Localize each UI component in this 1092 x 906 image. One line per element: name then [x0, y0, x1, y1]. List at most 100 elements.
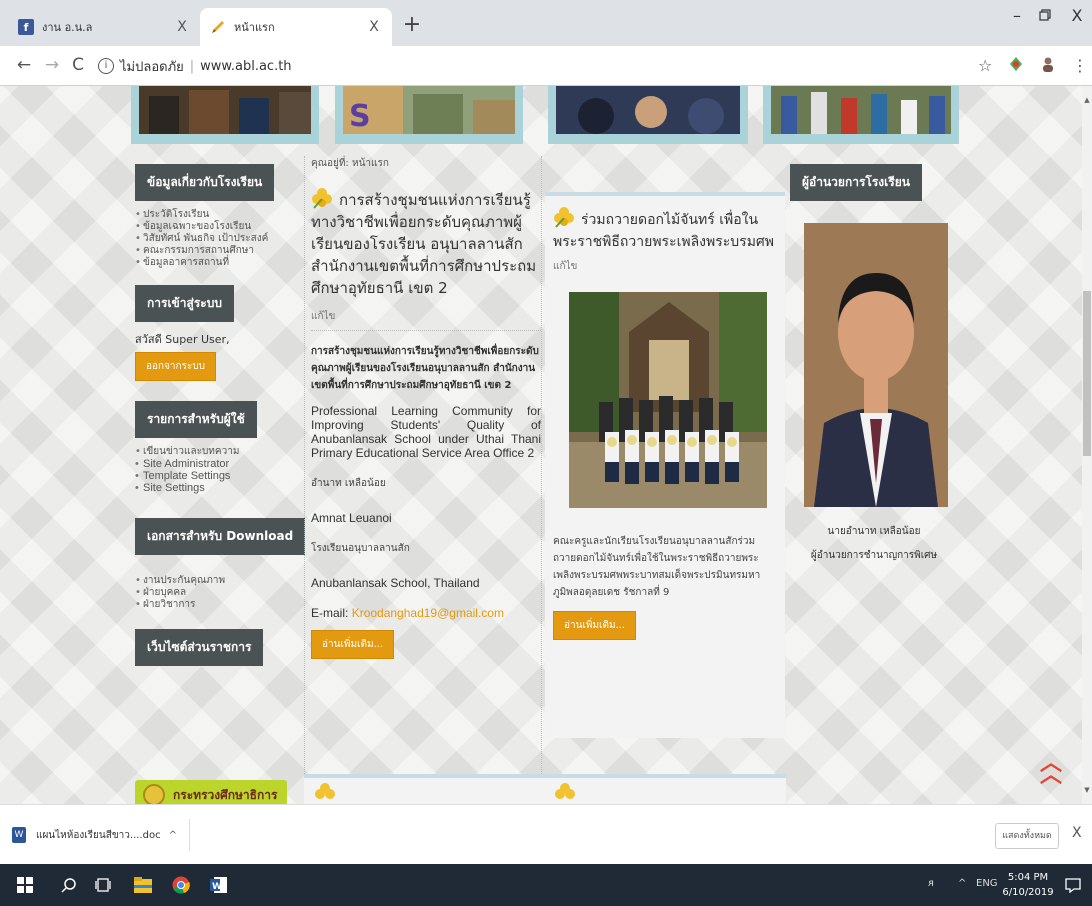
extension-icon[interactable]	[1008, 56, 1024, 76]
ministry-label: กระทรวงศึกษาธิการ	[173, 787, 278, 802]
menu-item[interactable]: ข้อมูลอาคารสถานที่	[135, 257, 301, 269]
word-icon[interactable]: W	[208, 874, 230, 896]
menu-item[interactable]: Template Settings	[135, 470, 301, 482]
edit-link[interactable]: แก้ไข	[311, 309, 541, 331]
facebook-icon: f	[18, 19, 34, 35]
system-clock[interactable]: 5:04 PM 6/10/2019	[1000, 870, 1056, 900]
restore-button[interactable]	[1030, 6, 1060, 25]
next-articles-peek	[304, 774, 786, 804]
module-title-login: การเข้าสู่ระบบ	[135, 285, 234, 322]
user-menu: เขียนข่าวและบทความ Site Administrator Te…	[135, 446, 301, 494]
download-filename: แผนไหห้องเรียนสีขาว....doc	[36, 829, 161, 841]
module-title-downloads: เอกสารสำหรับ Download	[135, 518, 306, 555]
menu-item[interactable]: Site Settings	[135, 482, 301, 494]
scrollbar-thumb[interactable]	[1083, 291, 1091, 456]
email-line: E-mail: Kroodanghad19@gmail.com	[311, 606, 541, 620]
read-more-button[interactable]: อ่านเพิ่มเติม...	[311, 630, 395, 659]
ministry-of-education-banner[interactable]: กระทรวงศึกษาธิการ	[135, 780, 287, 804]
svg-text:W: W	[212, 882, 222, 892]
chevron-up-icon[interactable]: ^	[169, 830, 177, 841]
author-english: Amnat Leuanoi	[311, 511, 392, 525]
clock-date: 6/10/2019	[1002, 887, 1054, 898]
tab-close-icon[interactable]: X	[174, 19, 190, 35]
menu-item[interactable]: เขียนข่าวและบทความ	[135, 446, 301, 458]
flower-icon	[312, 188, 332, 209]
file-explorer-icon[interactable]	[132, 874, 154, 896]
group-photo[interactable]	[569, 292, 767, 508]
school-english: Anubanlansak School, Thailand	[311, 576, 480, 590]
menu-kebab-icon[interactable]: ⋮	[1072, 56, 1088, 75]
director-portrait[interactable]	[804, 223, 948, 507]
minimize-button[interactable]: –	[1002, 6, 1032, 25]
page-scrollbar[interactable]: ▲ ▼	[1082, 86, 1092, 804]
tab-facebook[interactable]: f งาน อ.น.ล X	[8, 8, 200, 46]
logout-button[interactable]: ออกจากระบบ	[135, 352, 217, 381]
director-position: ผู้อำนวยการชำนาญการพิเศษ	[810, 550, 938, 561]
read-more-button[interactable]: อ่านเพิ่มเติม...	[553, 611, 637, 640]
chrome-icon[interactable]	[170, 874, 192, 896]
reload-icon[interactable]: C	[68, 55, 88, 75]
module-title-gov-sites: เว็บไซต์ส่วนราชการ	[135, 629, 264, 666]
menu-item[interactable]: ประวัติโรงเรียน	[135, 209, 301, 221]
menu-item[interactable]: Site Administrator	[135, 458, 301, 470]
browser-toolbar: ← → C i ไม่ปลอดภัย | www.abl.ac.th ☆ ⋮	[0, 46, 1092, 86]
tab-title: งาน อ.น.ล	[42, 21, 93, 34]
banner-photo-3[interactable]	[548, 86, 748, 144]
article-title[interactable]: ร่วมถวายดอกไม้จันทร์ เพื่อในพระราชพิธีถว…	[553, 206, 777, 253]
notifications-icon[interactable]	[1062, 874, 1084, 896]
side-article: ร่วมถวายดอกไม้จันทร์ เพื่อในพระราชพิธีถว…	[545, 192, 785, 738]
banner-photo-4[interactable]	[763, 86, 959, 144]
scroll-down-icon[interactable]: ▼	[1082, 786, 1092, 794]
tab-title: หน้าแรก	[234, 21, 275, 34]
people-icon[interactable]: ᴙ	[928, 878, 934, 889]
chevron-up-icon[interactable]: ^	[958, 878, 966, 889]
menu-item[interactable]: งานประกันคุณภาพ	[135, 575, 301, 587]
download-item[interactable]: W แผนไหห้องเรียนสีขาว....doc ^	[12, 819, 190, 851]
close-window-button[interactable]: X	[1062, 6, 1092, 25]
article-english-title: Professional Learning Community for Impr…	[311, 404, 541, 460]
tab-close-icon[interactable]: X	[366, 19, 382, 35]
menu-item[interactable]: ข้อมูลเฉพาะของโรงเรียน	[135, 221, 301, 233]
banner-photo-2[interactable]: S	[335, 86, 523, 144]
login-greeting: สวัสดี Super User,	[135, 333, 230, 346]
forward-icon[interactable]: →	[42, 55, 62, 75]
back-icon[interactable]: ←	[14, 55, 34, 75]
menu-item[interactable]: ฝ่ายวิชาการ	[135, 599, 301, 611]
edit-link[interactable]: แก้ไข	[553, 259, 777, 280]
tab-homepage[interactable]: หน้าแรก X	[200, 8, 392, 46]
menu-item[interactable]: วิสัยทัศน์ พันธกิจ เป้าประสงค์	[135, 233, 301, 245]
show-all-button[interactable]: แสดงทั้งหมด	[995, 823, 1059, 849]
profile-avatar-icon[interactable]	[1040, 56, 1056, 76]
article-title-text: ร่วมถวายดอกไม้จันทร์ เพื่อในพระราชพิธีถว…	[553, 212, 775, 250]
menu-item[interactable]: ฝ่ายบุคคล	[135, 587, 301, 599]
flower-icon	[554, 207, 574, 228]
windows-taskbar: W ᴙ ^ ENG 5:04 PM 6/10/2019	[0, 864, 1092, 906]
scroll-up-icon[interactable]: ▲	[1082, 96, 1092, 104]
tab-strip: f งาน อ.น.ล X หน้าแรก X + – X	[0, 0, 1092, 46]
flower-icon	[555, 783, 575, 799]
address-bar[interactable]: i ไม่ปลอดภัย | www.abl.ac.th	[98, 54, 292, 78]
close-download-bar-icon[interactable]: X	[1072, 825, 1082, 841]
article-title[interactable]: การสร้างชุมชนแห่งการเรียนรู้ทางวิชาชีพเพ…	[311, 187, 541, 299]
clock-time: 5:04 PM	[1007, 872, 1049, 883]
bookmark-star-icon[interactable]: ☆	[978, 56, 992, 75]
pencil-icon	[210, 19, 226, 35]
search-icon[interactable]	[58, 874, 80, 896]
omnibox-separator: |	[189, 58, 195, 74]
svg-text:S: S	[349, 99, 371, 134]
security-label: ไม่ปลอดภัย	[120, 59, 184, 75]
windows-start-icon[interactable]	[14, 874, 36, 896]
module-title-director: ผู้อำนวยการโรงเรียน	[790, 164, 922, 201]
language-indicator[interactable]: ENG	[976, 878, 998, 889]
info-icon[interactable]: i	[98, 58, 114, 74]
new-tab-button[interactable]: +	[400, 12, 424, 37]
menu-item[interactable]: คณะกรรมการสถานศึกษา	[135, 245, 301, 257]
page-viewport: S ข้อมูลเกี่ยวกับโรงเรียน ประวัติโรงเรีย…	[0, 86, 1082, 804]
email-label: E-mail:	[311, 606, 349, 620]
banner-photo-1[interactable]	[131, 86, 319, 144]
email-link[interactable]: Kroodanghad19@gmail.com	[352, 606, 504, 620]
module-title-user-menu: รายการสำหรับผู้ใช้	[135, 401, 257, 438]
url-text: www.abl.ac.th	[200, 58, 292, 74]
scroll-to-top-icon[interactable]: ︿ ︿	[1040, 753, 1062, 787]
task-view-icon[interactable]	[92, 874, 114, 896]
